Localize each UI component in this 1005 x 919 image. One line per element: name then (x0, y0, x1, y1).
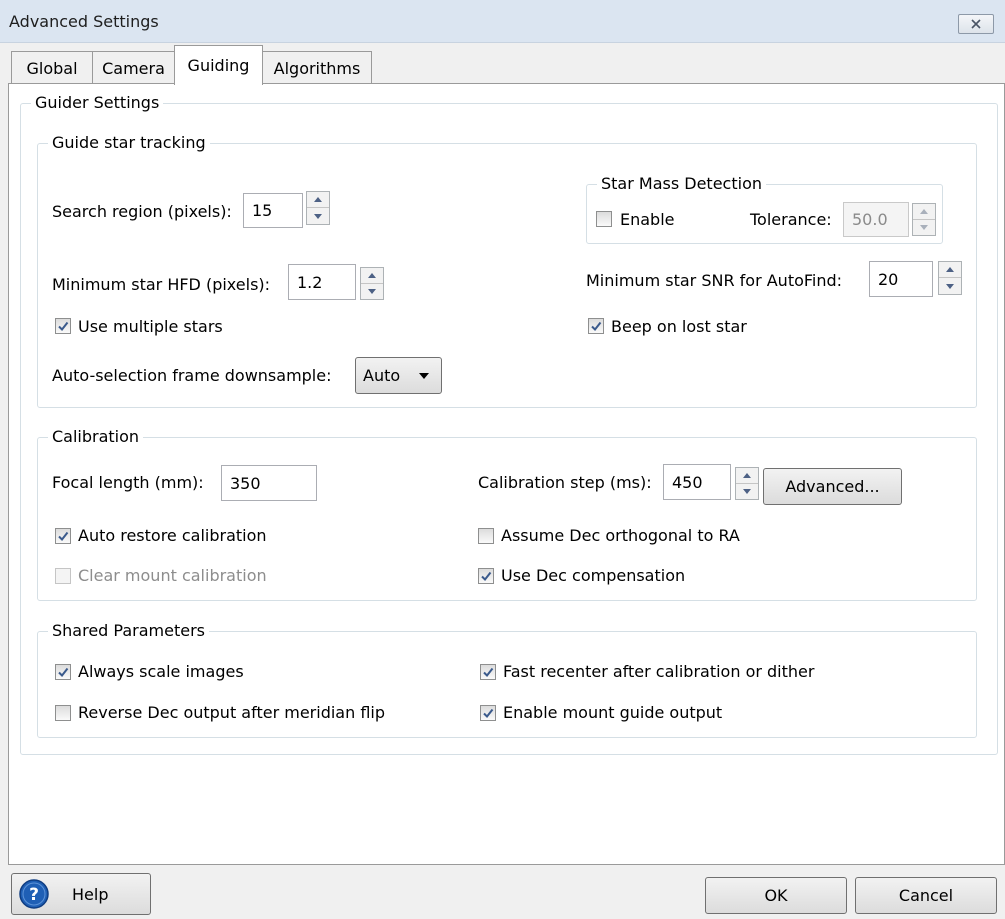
reverse-dec-output-label: Reverse Dec output after meridian flip (78, 703, 386, 722)
use-multiple-stars-label: Use multiple stars (78, 317, 223, 336)
spin-down-icon[interactable] (361, 284, 383, 300)
cancel-button[interactable]: Cancel (855, 877, 997, 914)
spin-down-icon[interactable] (307, 208, 329, 224)
tab-algorithms[interactable]: Algorithms (262, 51, 372, 84)
ok-button[interactable]: OK (705, 877, 847, 914)
auto-restore-calibration-label: Auto restore calibration (78, 526, 267, 545)
guide-star-tracking-label: Guide star tracking (48, 134, 210, 152)
tab-guiding[interactable]: Guiding (174, 45, 263, 85)
use-dec-compensation-checkbox[interactable] (478, 568, 494, 584)
tab-camera[interactable]: Camera (92, 51, 175, 84)
spin-up-icon[interactable] (939, 262, 961, 278)
use-dec-compensation-label: Use Dec compensation (501, 566, 686, 585)
star-mass-detection-label: Star Mass Detection (597, 175, 766, 193)
checkmark-icon (483, 708, 494, 719)
advanced-button[interactable]: Advanced... (763, 468, 902, 505)
spin-up-icon[interactable] (736, 468, 758, 484)
auto-restore-calibration-checkbox[interactable] (55, 528, 71, 544)
enable-mount-guide-output-checkbox[interactable] (480, 705, 496, 721)
fast-recenter-checkbox[interactable] (480, 664, 496, 680)
min-hfd-input[interactable]: 1.2 (288, 264, 356, 300)
calibration-step-spinner[interactable] (735, 467, 759, 500)
min-snr-input[interactable]: 20 (869, 261, 933, 297)
min-hfd-spinner[interactable] (360, 267, 384, 300)
spin-up-icon[interactable] (307, 192, 329, 208)
checkmark-icon (58, 667, 69, 678)
enable-mount-guide-output-label: Enable mount guide output (503, 703, 723, 722)
tab-global[interactable]: Global (11, 51, 93, 84)
checkmark-icon (58, 321, 69, 332)
checkmark-icon (58, 531, 69, 542)
close-icon (971, 19, 981, 29)
tolerance-label: Tolerance: (750, 210, 832, 229)
spin-down-icon[interactable] (913, 220, 935, 236)
focal-length-label: Focal length (mm): (52, 473, 204, 492)
spin-down-icon[interactable] (939, 278, 961, 294)
guider-settings-label: Guider Settings (31, 94, 164, 112)
search-region-input[interactable]: 15 (243, 193, 303, 228)
calibration-step-label: Calibration step (ms): (478, 473, 652, 492)
tolerance-input[interactable]: 50.0 (843, 202, 909, 237)
shared-parameters-label: Shared Parameters (48, 622, 209, 640)
spin-down-icon[interactable] (736, 484, 758, 500)
use-multiple-stars-checkbox[interactable] (55, 318, 71, 334)
enable-star-mass-checkbox[interactable] (596, 211, 612, 227)
svg-text:?: ? (29, 885, 39, 905)
always-scale-images-checkbox[interactable] (55, 664, 71, 680)
close-button[interactable] (958, 14, 994, 34)
beep-on-lost-star-label: Beep on lost star (611, 317, 747, 336)
search-region-label: Search region (pixels): (52, 202, 232, 221)
question-icon: ? (19, 879, 49, 909)
beep-on-lost-star-checkbox[interactable] (588, 318, 604, 334)
calibration-step-input[interactable]: 450 (663, 464, 731, 500)
search-region-spinner[interactable] (306, 191, 330, 225)
checkmark-icon (591, 321, 602, 332)
focal-length-input[interactable]: 350 (221, 465, 317, 501)
assume-dec-orthogonal-checkbox[interactable] (478, 528, 494, 544)
min-hfd-label: Minimum star HFD (pixels): (52, 275, 271, 294)
min-snr-spinner[interactable] (938, 261, 962, 295)
assume-dec-orthogonal-label: Assume Dec orthogonal to RA (501, 526, 740, 545)
fast-recenter-label: Fast recenter after calibration or dithe… (503, 662, 815, 681)
clear-mount-calibration-label: Clear mount calibration (78, 566, 267, 585)
calibration-label: Calibration (48, 428, 144, 446)
downsample-label: Auto-selection frame downsample: (52, 366, 332, 385)
reverse-dec-output-checkbox[interactable] (55, 705, 71, 721)
spin-up-icon[interactable] (913, 204, 935, 220)
chevron-down-icon (419, 373, 429, 379)
min-snr-label: Minimum star SNR for AutoFind: (586, 271, 843, 290)
spin-up-icon[interactable] (361, 268, 383, 284)
downsample-dropdown[interactable]: Auto (355, 357, 442, 394)
always-scale-images-label: Always scale images (78, 662, 244, 681)
help-button[interactable]: ? Help (11, 873, 151, 915)
enable-star-mass-label: Enable (620, 210, 675, 229)
checkmark-icon (483, 667, 494, 678)
checkmark-icon (481, 571, 492, 582)
window-title: Advanced Settings (9, 12, 159, 31)
clear-mount-calibration-checkbox[interactable] (55, 568, 71, 584)
tolerance-spinner[interactable] (912, 203, 936, 236)
